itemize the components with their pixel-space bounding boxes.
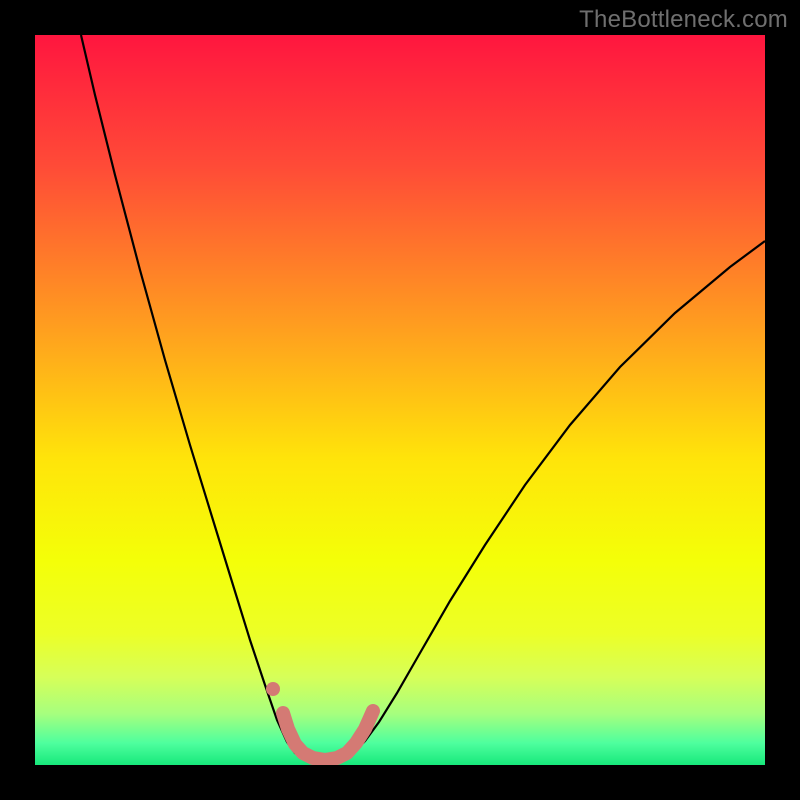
watermark-text: TheBottleneck.com (579, 6, 788, 34)
dots-group (266, 682, 280, 696)
left-dot (266, 682, 280, 696)
chart-frame: TheBottleneck.com (0, 0, 800, 800)
gradient-background (35, 35, 765, 765)
chart-svg (35, 35, 765, 765)
plot-area (35, 35, 765, 765)
